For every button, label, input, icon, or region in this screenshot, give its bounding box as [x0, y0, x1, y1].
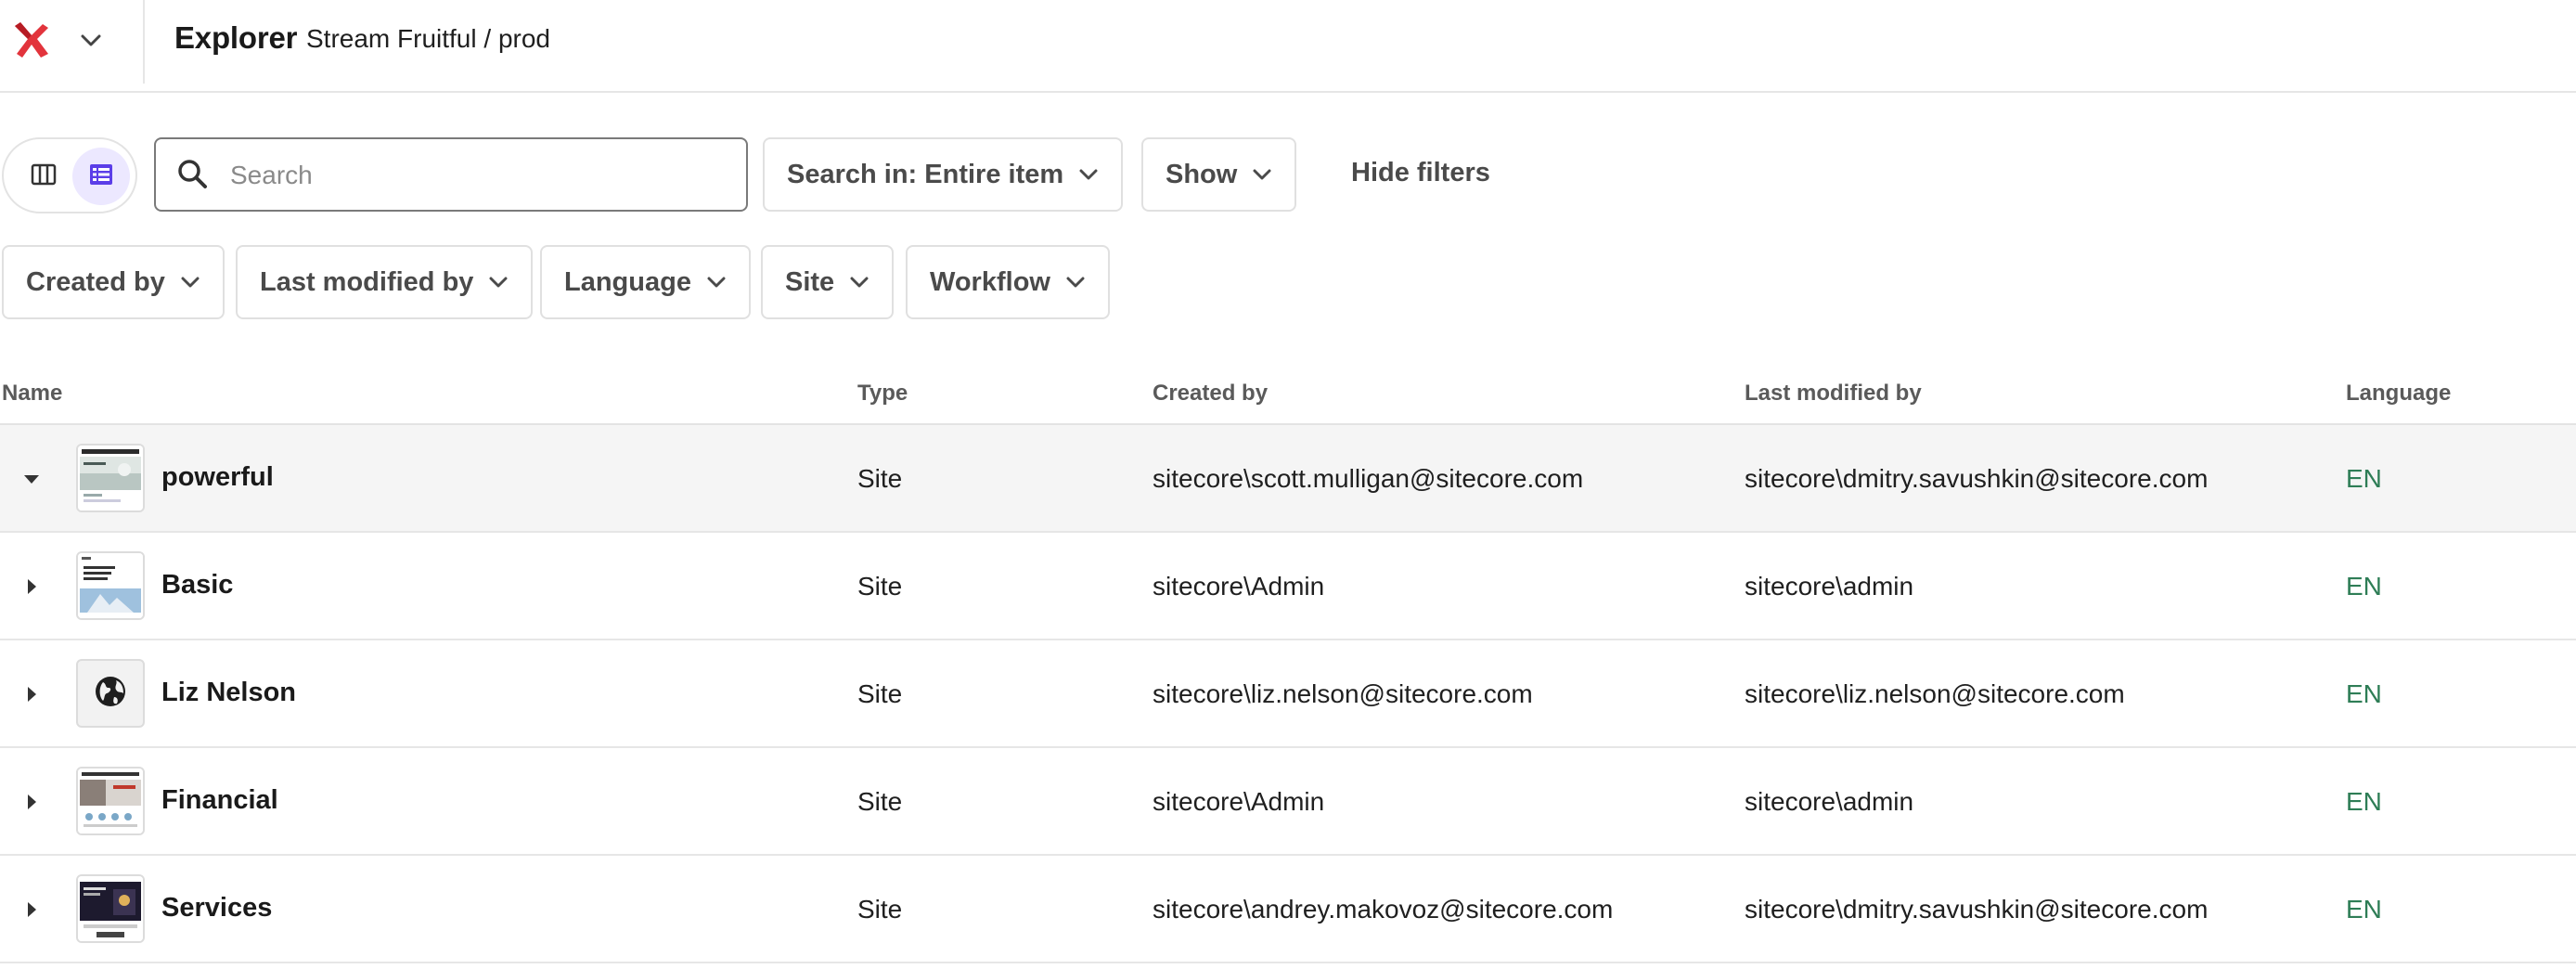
table-row[interactable]: Financial Site sitecore\Admin sitecore\a…: [0, 748, 2576, 856]
view-toggle: [2, 137, 137, 213]
row-last-modified-by: sitecore\dmitry.savushkin@sitecore.com: [1745, 464, 2209, 493]
row-type: Site: [857, 895, 903, 924]
top-bar: Explorer Stream Fruitful / prod: [0, 0, 2576, 93]
row-language: EN: [2346, 895, 2382, 924]
created-by-filter[interactable]: Created by: [2, 245, 225, 319]
table-row[interactable]: powerful Site sitecore\scott.mulligan@si…: [0, 425, 2576, 533]
column-header-type[interactable]: Type: [857, 381, 908, 407]
app-logo-icon[interactable]: [11, 22, 52, 59]
search-input[interactable]: [230, 150, 731, 200]
row-name[interactable]: Basic: [161, 570, 233, 601]
caret-right-icon[interactable]: [19, 681, 45, 707]
row-name[interactable]: Services: [161, 893, 272, 924]
chevron-down-icon: [1065, 272, 1086, 292]
row-name[interactable]: powerful: [161, 462, 274, 493]
row-type: Site: [857, 679, 903, 708]
last-modified-by-filter[interactable]: Last modified by: [236, 245, 534, 319]
chevron-down-icon: [706, 272, 727, 292]
site-thumbnail: [76, 767, 145, 835]
filter-label: Created by: [26, 266, 165, 297]
columns-icon: [31, 163, 57, 190]
site-thumbnail: [76, 659, 145, 728]
row-last-modified-by: sitecore\admin: [1745, 787, 1914, 816]
search-in-dropdown[interactable]: Search in: Entire item: [763, 137, 1124, 212]
filter-label: Last modified by: [260, 266, 474, 297]
caret-right-icon[interactable]: [19, 574, 45, 600]
chevron-down-icon: [849, 272, 869, 292]
table-header: Name Type Created by Last modified by La…: [0, 369, 2576, 425]
table-row[interactable]: Liz Nelson Site sitecore\liz.nelson@site…: [0, 640, 2576, 748]
breadcrumb[interactable]: Stream Fruitful / prod: [306, 24, 550, 54]
page-title: Explorer: [174, 20, 298, 55]
row-name[interactable]: Liz Nelson: [161, 678, 296, 708]
row-type: Site: [857, 464, 903, 493]
row-created-by: sitecore\Admin: [1153, 572, 1325, 601]
app-switcher-chevron-icon[interactable]: [78, 28, 104, 54]
show-dropdown[interactable]: Show: [1141, 137, 1297, 212]
filter-label: Site: [785, 266, 835, 297]
row-created-by: sitecore\andrey.makovoz@sitecore.com: [1153, 895, 1614, 924]
caret-right-icon[interactable]: [19, 897, 45, 923]
columns-view-button[interactable]: [15, 148, 72, 205]
row-type: Site: [857, 572, 903, 601]
list-icon: [88, 162, 114, 191]
row-last-modified-by: sitecore\admin: [1745, 572, 1914, 601]
search-in-label: Search in: Entire item: [787, 159, 1064, 189]
row-name[interactable]: Financial: [161, 785, 278, 816]
divider: [143, 0, 145, 84]
globe-icon: [94, 675, 127, 713]
site-thumbnail: [76, 874, 145, 943]
chevron-down-icon: [1078, 164, 1099, 185]
row-language: EN: [2346, 787, 2382, 816]
language-filter[interactable]: Language: [540, 245, 751, 319]
site-thumbnail: [76, 444, 145, 512]
row-language: EN: [2346, 572, 2382, 601]
row-language: EN: [2346, 679, 2382, 708]
list-view-button[interactable]: [72, 148, 130, 205]
site-filter[interactable]: Site: [761, 245, 895, 319]
column-header-name[interactable]: Name: [2, 381, 62, 407]
caret-right-icon[interactable]: [19, 789, 45, 815]
row-created-by: sitecore\Admin: [1153, 787, 1325, 816]
table-row[interactable]: Services Site sitecore\andrey.makovoz@si…: [0, 856, 2576, 963]
show-label: Show: [1166, 159, 1238, 189]
table-row[interactable]: Basic Site sitecore\Admin sitecore\admin…: [0, 533, 2576, 640]
row-last-modified-by: sitecore\dmitry.savushkin@sitecore.com: [1745, 895, 2209, 924]
column-header-created-by[interactable]: Created by: [1153, 381, 1268, 407]
workflow-filter[interactable]: Workflow: [906, 245, 1110, 319]
filter-label: Workflow: [930, 266, 1050, 297]
row-last-modified-by: sitecore\liz.nelson@sitecore.com: [1745, 679, 2125, 708]
search-box: [154, 137, 748, 212]
column-header-language[interactable]: Language: [2346, 381, 2451, 407]
row-language: EN: [2346, 464, 2382, 493]
row-created-by: sitecore\scott.mulligan@sitecore.com: [1153, 464, 1584, 493]
chevron-down-icon: [488, 272, 509, 292]
filter-label: Language: [564, 266, 691, 297]
chevron-down-icon: [180, 272, 200, 292]
column-header-last-modified-by[interactable]: Last modified by: [1745, 381, 1922, 407]
row-type: Site: [857, 787, 903, 816]
chevron-down-icon: [1252, 164, 1272, 185]
hide-filters-button[interactable]: Hide filters: [1351, 158, 1490, 188]
site-thumbnail: [76, 551, 145, 620]
row-created-by: sitecore\liz.nelson@sitecore.com: [1153, 679, 1533, 708]
search-icon: [176, 158, 210, 191]
caret-down-icon[interactable]: [19, 466, 45, 492]
